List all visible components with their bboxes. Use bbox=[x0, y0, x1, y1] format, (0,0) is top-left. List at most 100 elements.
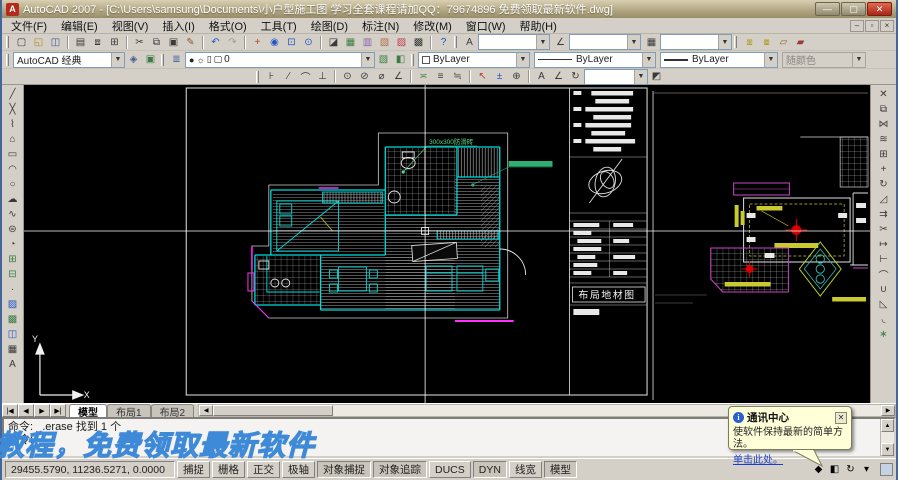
ortho-toggle[interactable]: 正交 bbox=[247, 461, 280, 478]
dim-continue-icon[interactable]: ≒ bbox=[449, 69, 466, 84]
tray-arrow-icon[interactable]: ▾ bbox=[860, 463, 873, 476]
quickcalc-icon[interactable]: ▩ bbox=[410, 35, 427, 50]
command-scrollbar[interactable]: ▲ ▼ bbox=[880, 419, 894, 456]
menu-format[interactable]: 格式(O) bbox=[202, 18, 254, 34]
markup-set-manager-icon[interactable]: ▨ bbox=[393, 35, 410, 50]
construction-line-icon[interactable]: ╳ bbox=[4, 102, 22, 117]
workspace-settings-icon[interactable]: ◈ bbox=[125, 52, 142, 67]
scrollbar-thumb[interactable] bbox=[213, 405, 334, 416]
menu-insert[interactable]: 插入(I) bbox=[155, 18, 201, 34]
layer-properties-manager-icon[interactable]: ≣ bbox=[168, 52, 185, 67]
clean-screen-button[interactable] bbox=[880, 463, 893, 476]
designcenter-icon[interactable]: ▦ bbox=[342, 35, 359, 50]
scroll-right-icon[interactable]: ▶ bbox=[881, 405, 895, 416]
menu-window[interactable]: 窗口(W) bbox=[459, 18, 513, 34]
point-icon[interactable]: ∙ bbox=[4, 282, 22, 297]
tab-first-button[interactable]: |◀ bbox=[2, 404, 18, 417]
close-button[interactable]: ✕ bbox=[867, 2, 892, 16]
layer-state-icon[interactable]: ▱ bbox=[775, 35, 792, 50]
otrack-toggle[interactable]: 对象追踪 bbox=[373, 461, 427, 478]
dim-baseline-icon[interactable]: ≡ bbox=[432, 69, 449, 84]
layer-translate-icon[interactable]: ▰ bbox=[792, 35, 809, 50]
scroll-up-icon[interactable]: ▲ bbox=[881, 419, 894, 432]
dim-style-icon[interactable]: ◩ bbox=[648, 69, 665, 84]
save-icon[interactable]: ◫ bbox=[47, 35, 64, 50]
tab-next-button[interactable]: ▶ bbox=[34, 404, 50, 417]
balloon-link[interactable]: 单击此处。 bbox=[733, 455, 783, 466]
model-toggle[interactable]: 模型 bbox=[543, 461, 577, 478]
break-icon[interactable]: ⌒ bbox=[875, 267, 893, 282]
gradient-icon[interactable]: ▩ bbox=[4, 312, 22, 327]
circle-icon[interactable]: ○ bbox=[4, 177, 22, 192]
zoom-previous-icon[interactable]: ⊙ bbox=[300, 35, 317, 50]
grid-toggle[interactable]: 栅格 bbox=[212, 461, 245, 478]
menu-file[interactable]: 文件(F) bbox=[4, 18, 54, 34]
coordinates-readout[interactable]: 29455.5790, 11236.5271, 0.0000 bbox=[5, 461, 175, 478]
hatch-icon[interactable]: ▨ bbox=[4, 297, 22, 312]
ducs-toggle[interactable]: DUCS bbox=[429, 461, 471, 478]
doc-minimize-button[interactable]: – bbox=[850, 19, 864, 32]
make-block-icon[interactable]: ⊟ bbox=[4, 267, 22, 282]
balloon-close-icon[interactable]: ✕ bbox=[835, 411, 847, 424]
tab-model[interactable]: 模型 bbox=[69, 404, 107, 419]
polar-toggle[interactable]: 极轴 bbox=[282, 461, 315, 478]
my-workspace-icon[interactable]: ▣ bbox=[142, 52, 159, 67]
break-at-point-icon[interactable]: ⊢ bbox=[875, 252, 893, 267]
pan-icon[interactable]: + bbox=[249, 35, 266, 50]
zoom-window-icon[interactable]: ⊡ bbox=[283, 35, 300, 50]
layer-previous-icon[interactable]: ⧇ bbox=[758, 35, 775, 50]
copy-clip-icon[interactable]: ⧉ bbox=[148, 35, 165, 50]
layer-isolate-icon[interactable]: ◧ bbox=[392, 52, 409, 67]
osnap-toggle[interactable]: 对象捕捉 bbox=[317, 461, 371, 478]
menu-draw[interactable]: 绘图(D) bbox=[304, 18, 355, 34]
toolbar-grip[interactable] bbox=[161, 53, 164, 66]
tab-prev-button[interactable]: ◀ bbox=[18, 404, 34, 417]
menu-view[interactable]: 视图(V) bbox=[105, 18, 156, 34]
polyline-icon[interactable]: ⌇ bbox=[4, 117, 22, 132]
scale-icon[interactable]: ◿ bbox=[875, 192, 893, 207]
zoom-realtime-icon[interactable]: ◉ bbox=[266, 35, 283, 50]
drawing-canvas[interactable]: 300x300防滑砖 布局地材图 Y X bbox=[24, 85, 870, 403]
tab-layout2[interactable]: 布局2 bbox=[150, 404, 195, 419]
erase-icon[interactable]: ✕ bbox=[875, 87, 893, 102]
center-mark-icon[interactable]: ⊕ bbox=[508, 69, 525, 84]
dim-jogged-icon[interactable]: ⊘ bbox=[356, 69, 373, 84]
quick-leader-icon[interactable]: ↖ bbox=[474, 69, 491, 84]
rectangle-icon[interactable]: ▭ bbox=[4, 147, 22, 162]
move-icon[interactable]: + bbox=[875, 162, 893, 177]
snap-toggle[interactable]: 捕捉 bbox=[177, 461, 210, 478]
maximize-button[interactable]: ▢ bbox=[841, 2, 866, 16]
quick-dimension-icon[interactable]: ≍ bbox=[415, 69, 432, 84]
dim-angular-icon[interactable]: ∠ bbox=[390, 69, 407, 84]
layer-states-manager-icon[interactable]: ▧ bbox=[375, 52, 392, 67]
dim-linear-icon[interactable]: ⊦ bbox=[263, 69, 280, 84]
toolbar-grip[interactable] bbox=[6, 53, 9, 66]
polygon-icon[interactable]: ⌂ bbox=[4, 132, 22, 147]
menu-help[interactable]: 帮助(H) bbox=[513, 18, 564, 34]
color-combo[interactable]: ByLayer ▼ bbox=[418, 51, 530, 68]
make-object-layer-current-icon[interactable]: ⧆ bbox=[741, 35, 758, 50]
line-icon[interactable]: ╱ bbox=[4, 87, 22, 102]
menu-modify[interactable]: 修改(M) bbox=[406, 18, 459, 34]
rotate-icon[interactable]: ↻ bbox=[875, 177, 893, 192]
dim-diameter-icon[interactable]: ⌀ bbox=[373, 69, 390, 84]
menu-dimension[interactable]: 标注(N) bbox=[355, 18, 406, 34]
revision-cloud-icon[interactable]: ☁ bbox=[4, 192, 22, 207]
undo-icon[interactable]: ↶ bbox=[207, 35, 224, 50]
toolbar-grip[interactable] bbox=[454, 36, 457, 48]
tab-last-button[interactable]: ▶| bbox=[50, 404, 66, 417]
stretch-icon[interactable]: ⇉ bbox=[875, 207, 893, 222]
dim-edit-icon[interactable]: A bbox=[533, 69, 550, 84]
scroll-down-icon[interactable]: ▼ bbox=[881, 443, 894, 456]
toolbar-grip[interactable] bbox=[256, 70, 259, 83]
menu-edit[interactable]: 编辑(E) bbox=[54, 18, 105, 34]
toolbar-grip[interactable] bbox=[6, 36, 9, 48]
array-icon[interactable]: ⊞ bbox=[875, 147, 893, 162]
trim-icon[interactable]: ✂ bbox=[875, 222, 893, 237]
paste-icon[interactable]: ▣ bbox=[165, 35, 182, 50]
tolerance-icon[interactable]: ± bbox=[491, 69, 508, 84]
offset-icon[interactable]: ≋ bbox=[875, 132, 893, 147]
tab-layout1[interactable]: 布局1 bbox=[107, 404, 151, 419]
doc-close-button[interactable]: × bbox=[880, 19, 894, 32]
chamfer-icon[interactable]: ◺ bbox=[875, 297, 893, 312]
